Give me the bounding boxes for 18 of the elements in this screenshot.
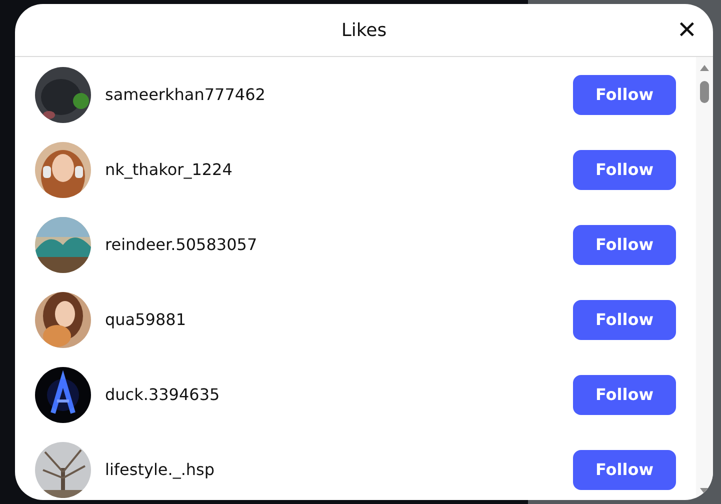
follow-button[interactable]: Follow [573,150,676,190]
follow-button[interactable]: Follow [573,300,676,340]
username[interactable]: reindeer.50583057 [105,235,573,254]
close-button[interactable]: ✕ [676,18,697,42]
scrollbar-thumb[interactable] [700,81,709,103]
scroll-down-icon[interactable] [700,488,709,494]
username[interactable]: duck.3394635 [105,385,573,404]
follow-button[interactable]: Follow [573,450,676,490]
scroll-up-icon[interactable] [700,65,709,71]
dialog-title: Likes [341,20,387,40]
scrollbar[interactable] [696,57,713,500]
username[interactable]: lifestyle._.hsp [105,460,573,479]
username[interactable]: sameerkhan777462 [105,85,573,104]
username[interactable]: nk_thakor_1224 [105,160,573,179]
username[interactable]: qua59881 [105,310,573,329]
follow-button[interactable]: Follow [573,224,676,264]
follow-button[interactable]: Follow [573,74,676,114]
follow-button[interactable]: Follow [573,374,676,414]
